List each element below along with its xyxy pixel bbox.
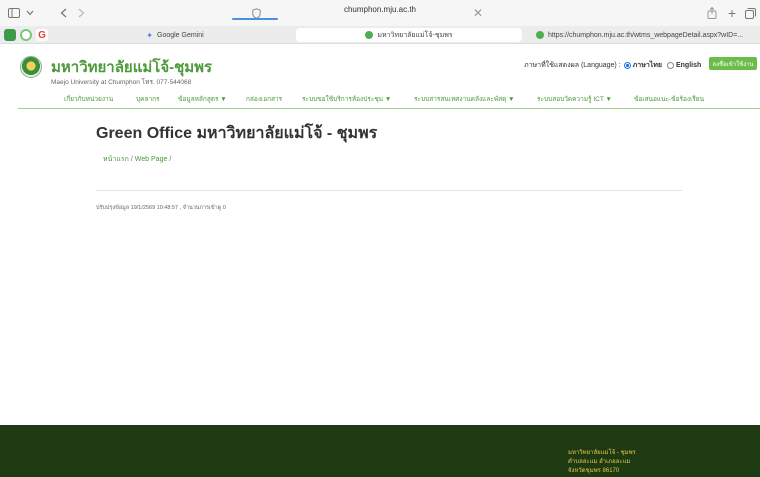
address-bar[interactable]: chumphon.mju.ac.th — [300, 5, 460, 14]
tab-label: มหาวิทยาลัยแม่โจ้-ชุมพร — [377, 31, 453, 39]
back-icon[interactable] — [56, 4, 70, 22]
breadcrumb-separator: / — [169, 156, 172, 163]
sidebar-icon[interactable] — [6, 4, 22, 22]
radio-english[interactable] — [666, 62, 674, 69]
forward-icon[interactable] — [74, 4, 88, 22]
breadcrumb-separator: / — [130, 156, 133, 163]
site-footer: มหาวิทยาลัยแม่โจ้ - ชุมพร ตำบลละแม อำเภอ… — [0, 425, 760, 477]
tab-bar: G ✦ Google Gemini มหาวิทยาลัยแม่โจ้-ชุมพ… — [0, 26, 760, 44]
breadcrumb: หน้าแรก / Web Page / — [103, 154, 173, 165]
tab-group-icon[interactable] — [4, 29, 16, 41]
nav-feedback[interactable]: ข้อเสนอแนะ-ข้อร้องเรียน — [634, 94, 704, 104]
university-subtitle: Maejo University at Chumphon โทร. 077-54… — [51, 79, 192, 86]
site-favicon-icon — [536, 31, 544, 39]
page-title: Green Office มหาวิทยาลัยแม่โจ้ - ชุมพร — [96, 125, 378, 142]
tabs-overview-icon[interactable] — [743, 4, 757, 22]
page-load-indicator — [232, 18, 278, 20]
browser-toolbar: chumphon.mju.ac.th ✕ + — [0, 0, 760, 26]
university-name[interactable]: มหาวิทยาลัยแม่โจ้-ชุมพร — [51, 55, 212, 79]
nav-divider — [18, 108, 760, 109]
login-button[interactable]: ลงชื่อเข้าใช้งาน — [709, 57, 757, 70]
footer-line-2: ตำบลละแม อำเภอละแม — [568, 459, 631, 465]
nav-ict-exam[interactable]: ระบบสอบวัดความรู้ ICT ▼ — [537, 94, 612, 104]
nav-about[interactable]: เกี่ยวกับหน่วยงาน — [64, 94, 113, 104]
footer-address: มหาวิทยาลัยแม่โจ้ - ชุมพร ตำบลละแม อำเภอ… — [568, 449, 636, 476]
lang-english-label[interactable]: English — [676, 62, 701, 69]
nav-documents[interactable]: กล่องเอกสาร — [246, 94, 282, 104]
footer-line-3: จังหวัดชุมพร 86170 — [568, 468, 620, 474]
new-tab-icon[interactable]: + — [725, 4, 739, 22]
tab-label: Google Gemini — [157, 31, 204, 39]
close-icon[interactable]: ✕ — [472, 4, 484, 22]
extension-icon[interactable] — [20, 29, 32, 41]
lang-thai-label[interactable]: ภาษาไทย — [633, 60, 662, 71]
tab-webpage-detail[interactable]: https://chumphon.mju.ac.th/wtms_webpageD… — [528, 28, 758, 42]
nav-staff[interactable]: บุคลากร — [136, 94, 160, 104]
tab-maejo-chumphon[interactable]: มหาวิทยาลัยแม่โจ้-ชุมพร — [296, 28, 522, 42]
nav-finance-system[interactable]: ระบบสารสนเทศงานคลังและพัสดุ ▼ — [414, 94, 515, 104]
language-label: ภาษาที่ใช้แสดงผล (Language) : — [524, 62, 621, 69]
chevron-down-icon[interactable] — [24, 4, 36, 22]
footer-line-1: มหาวิทยาลัยแม่โจ้ - ชุมพร — [568, 450, 636, 456]
breadcrumb-home[interactable]: หน้าแรก — [103, 156, 129, 163]
nav-meeting-room[interactable]: ระบบขอใช้บริการห้องประชุม ▼ — [302, 94, 391, 104]
university-logo[interactable] — [20, 56, 42, 78]
main-nav: เกี่ยวกับหน่วยงาน บุคลากร ข้อมูลหลักสูตร… — [0, 94, 760, 106]
tab-google-gemini[interactable]: ✦ Google Gemini — [60, 28, 290, 42]
radio-thai[interactable] — [623, 62, 631, 69]
site-favicon-icon — [365, 31, 374, 39]
site-header: มหาวิทยาลัยแม่โจ้-ชุมพร Maejo University… — [0, 44, 760, 106]
share-icon[interactable] — [705, 4, 719, 22]
tab-label: https://chumphon.mju.ac.th/wtms_webpageD… — [548, 31, 744, 39]
breadcrumb-webpage[interactable]: Web Page — [135, 156, 168, 163]
content-divider — [96, 190, 682, 191]
last-updated-info: ปรับปรุงข้อมูล 19/1/2569 10:48:57 , จำนว… — [96, 205, 226, 211]
google-icon[interactable]: G — [36, 29, 48, 41]
nav-curriculum[interactable]: ข้อมูลหลักสูตร ▼ — [178, 94, 227, 104]
gemini-icon: ✦ — [146, 30, 153, 40]
language-selector: ภาษาที่ใช้แสดงผล (Language) : ภาษาไทย En… — [524, 60, 701, 71]
